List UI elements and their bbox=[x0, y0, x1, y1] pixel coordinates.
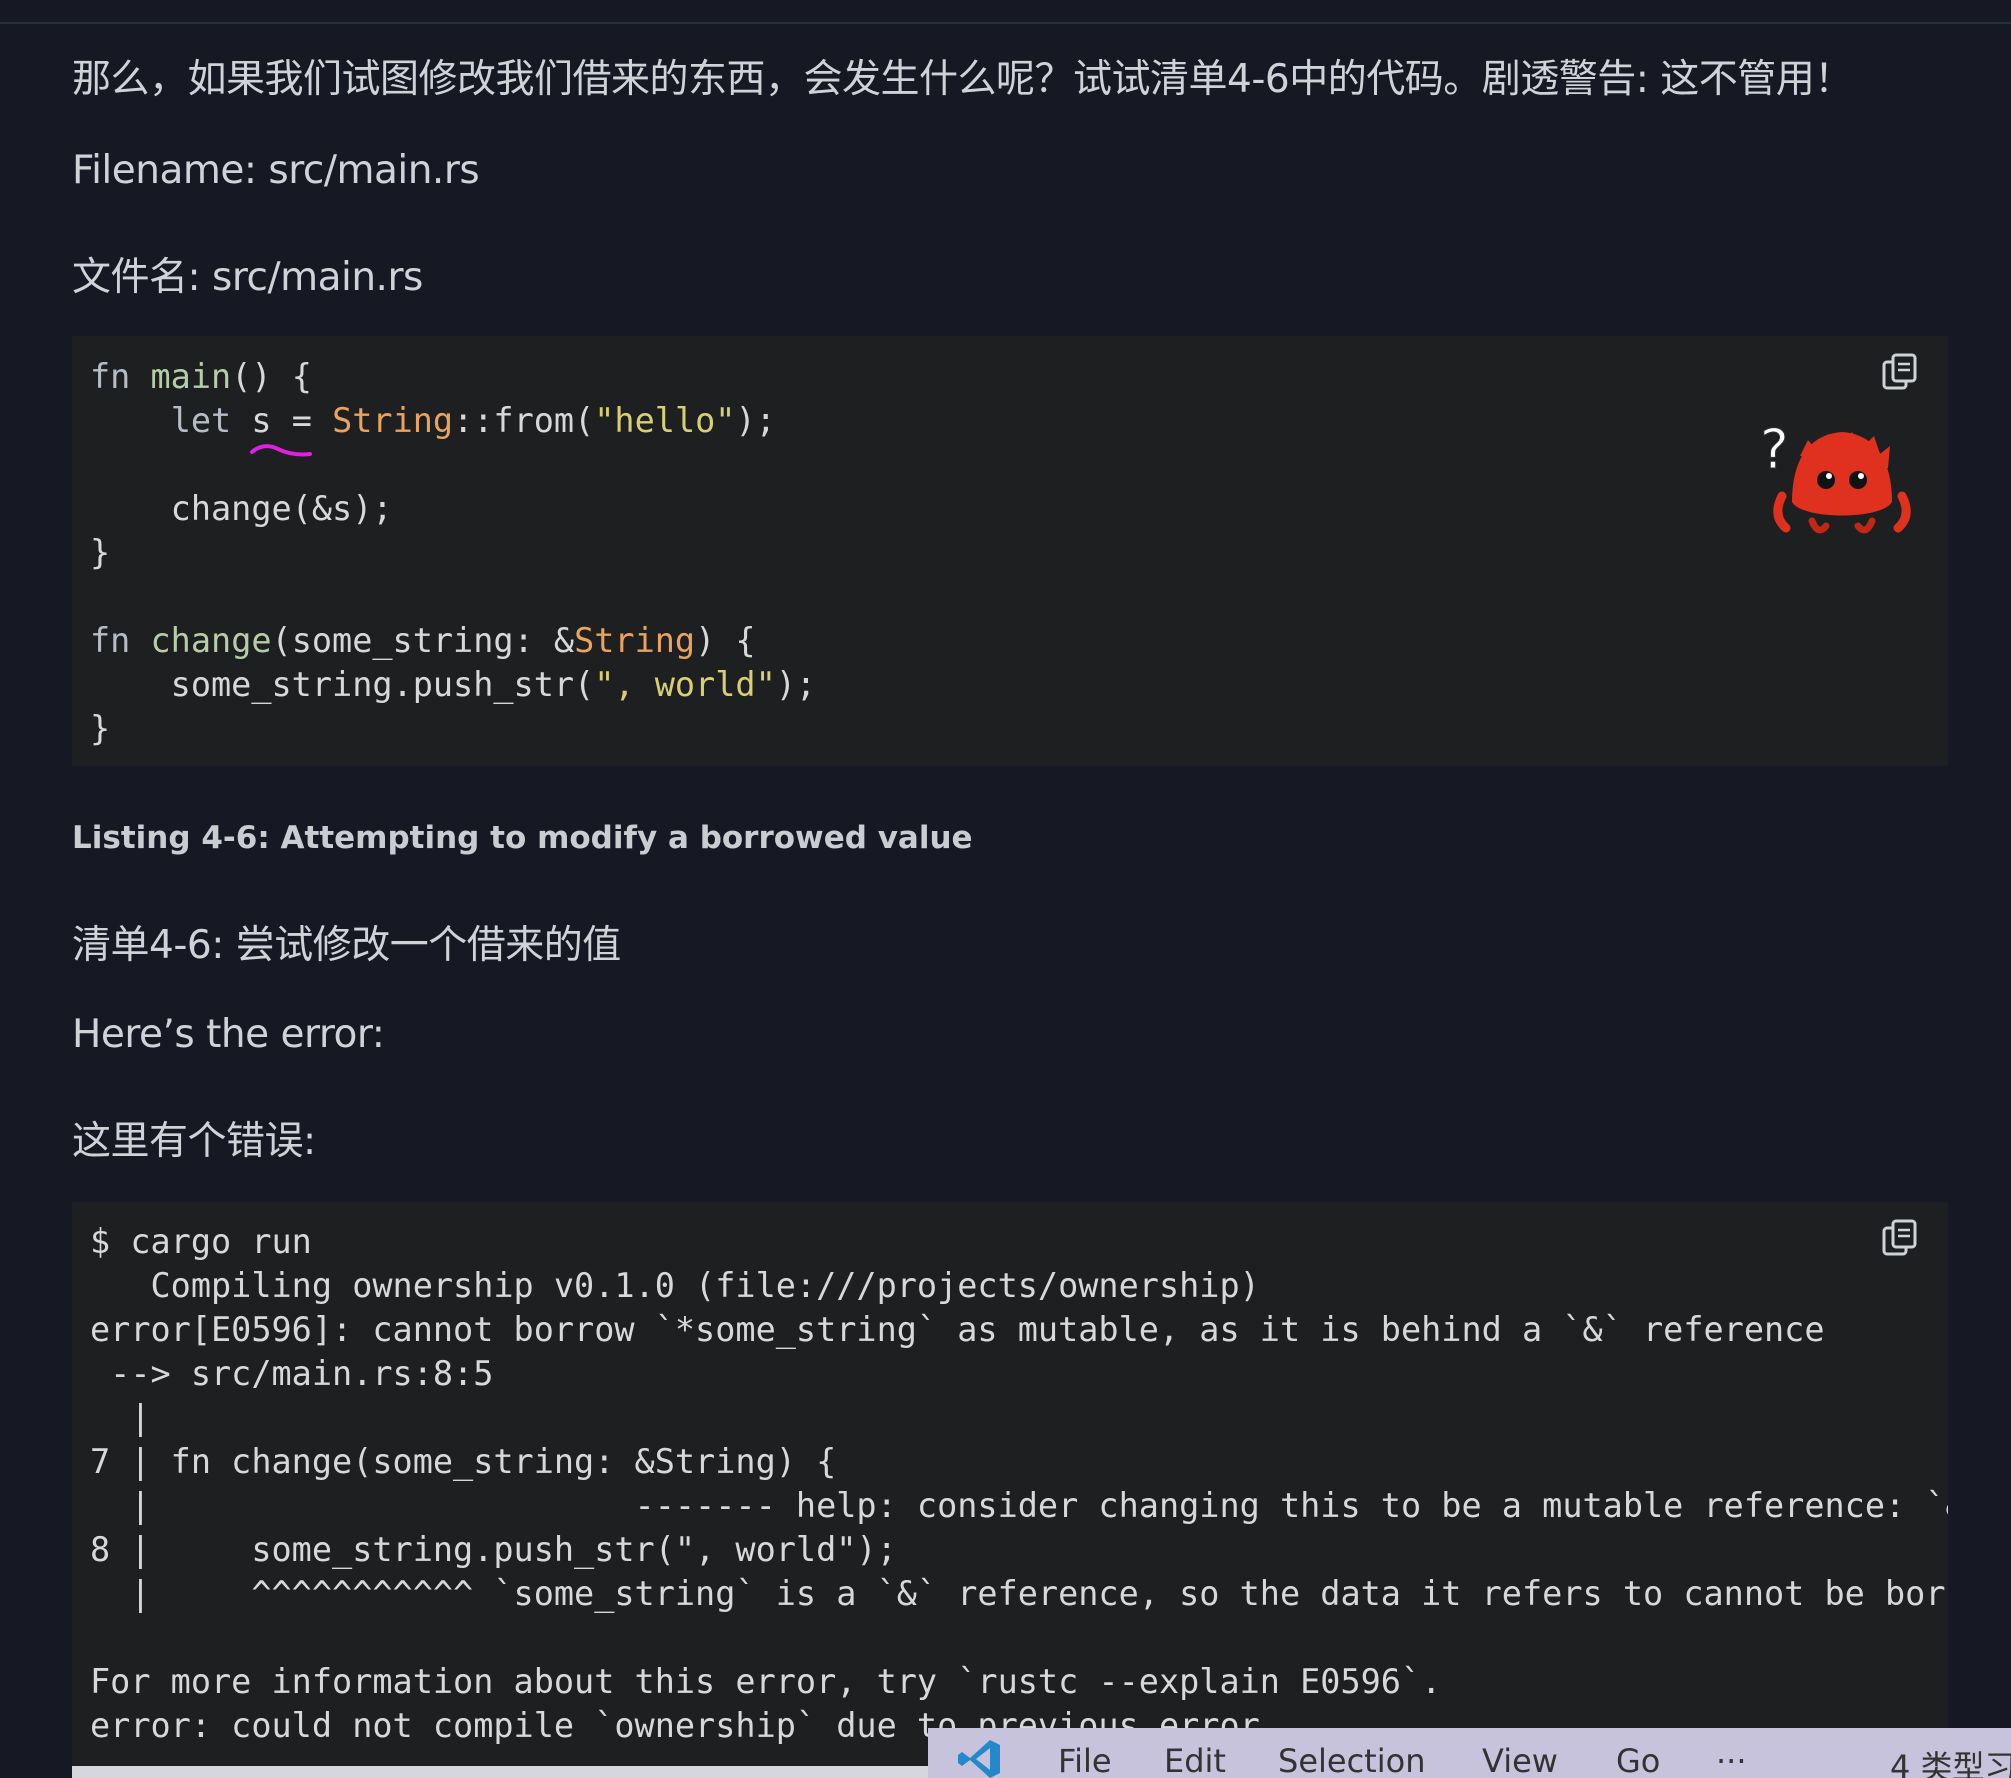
code-line: } bbox=[90, 709, 111, 748]
error-intro-en: Here’s the error: bbox=[72, 1012, 385, 1057]
menu-view[interactable]: View bbox=[1482, 1742, 1558, 1778]
filename-label-zh: 文件名: src/main.rs bbox=[72, 255, 423, 300]
code-text: fn main() { let s = String::from("hello"… bbox=[72, 336, 1948, 751]
code-line: some_string.push_str( bbox=[90, 665, 595, 704]
error-output-block: $ cargo run Compiling ownership v0.1.0 (… bbox=[72, 1202, 1948, 1768]
copy-icon bbox=[1882, 1219, 1917, 1256]
terminal-line: error[E0596]: cannot borrow `*some_strin… bbox=[90, 1310, 1825, 1349]
error-intro-zh: 这里有个错误: bbox=[72, 1119, 316, 1164]
code-punct: ); bbox=[735, 401, 776, 440]
filename-label-en: Filename: src/main.rs bbox=[72, 148, 480, 193]
code-punct: ); bbox=[775, 665, 817, 704]
menu-selection[interactable]: Selection bbox=[1278, 1742, 1425, 1778]
listing-caption-zh: 清单4-6: 尝试修改一个借来的值 bbox=[72, 923, 621, 968]
horizontal-scrollbar[interactable] bbox=[72, 1766, 928, 1778]
terminal-line: | ^^^^^^^^^^^ `some_string` is a `&` ref… bbox=[130, 1574, 1948, 1613]
terminal-line: 7 | fn change(some_string: &String) { bbox=[90, 1442, 837, 1481]
copy-icon bbox=[1882, 353, 1917, 390]
code-string: "hello" bbox=[594, 401, 736, 440]
code-punct: ) { bbox=[695, 621, 756, 660]
code-keyword: fn bbox=[90, 357, 131, 396]
code-line: change(&s); bbox=[90, 489, 393, 528]
copy-button[interactable] bbox=[1878, 1216, 1922, 1260]
top-divider bbox=[0, 0, 2011, 24]
code-punct: (some_string: & bbox=[271, 621, 575, 660]
code-fn-name: main bbox=[150, 357, 232, 396]
code-listing-4-6: fn main() { let s = String::from("hello"… bbox=[72, 336, 1948, 766]
intro-paragraph-zh: 那么，如果我们试图修改我们借来的东西，会发生什么呢？试试清单4-6中的代码。剧透… bbox=[72, 57, 1853, 102]
code-fn-name: change bbox=[150, 621, 272, 660]
annotation-squiggle bbox=[250, 444, 312, 457]
code-keyword: let bbox=[170, 401, 232, 440]
vscode-logo-icon[interactable] bbox=[956, 1736, 1002, 1778]
terminal-line: 8 | some_string.push_str(", world"); bbox=[90, 1530, 897, 1569]
terminal-output: $ cargo run Compiling ownership v0.1.0 (… bbox=[72, 1202, 1948, 1748]
code-line: } bbox=[90, 533, 111, 572]
terminal-line: | bbox=[90, 1398, 151, 1437]
terminal-line: | ------- help: consider changing this t… bbox=[130, 1486, 1948, 1525]
menu-go[interactable]: Go bbox=[1616, 1742, 1660, 1778]
code-keyword: fn bbox=[90, 621, 131, 660]
ferris-does-not-compile-icon: ? bbox=[1760, 418, 1911, 534]
menu-file[interactable]: File bbox=[1058, 1742, 1112, 1778]
listing-caption: Listing 4-6: Attempting to modify a borr… bbox=[72, 820, 973, 856]
code-punct: () { bbox=[231, 357, 312, 396]
menu-more[interactable]: ··· bbox=[1716, 1742, 1747, 1778]
code-type: String bbox=[332, 401, 454, 440]
code-punct: ::from( bbox=[453, 401, 595, 440]
terminal-line: For more information about this error, t… bbox=[90, 1662, 1442, 1701]
svg-text:?: ? bbox=[1760, 418, 1789, 481]
terminal-line: $ cargo run bbox=[90, 1222, 312, 1261]
menu-edit[interactable]: Edit bbox=[1164, 1742, 1226, 1778]
vscode-title-bar: File Edit Selection View Go ··· 4 类型习 bbox=[928, 1728, 2011, 1778]
copy-button[interactable] bbox=[1878, 350, 1922, 394]
code-string: ", world" bbox=[594, 665, 776, 704]
terminal-line: Compiling ownership v0.1.0 (file:///proj… bbox=[90, 1266, 1260, 1305]
code-punct: = bbox=[271, 401, 333, 440]
terminal-line: --> src/main.rs:8:5 bbox=[90, 1354, 494, 1393]
window-title: 4 类型习 bbox=[1890, 1748, 2011, 1778]
code-var-s: s bbox=[251, 401, 272, 440]
code-type: String bbox=[574, 621, 696, 660]
